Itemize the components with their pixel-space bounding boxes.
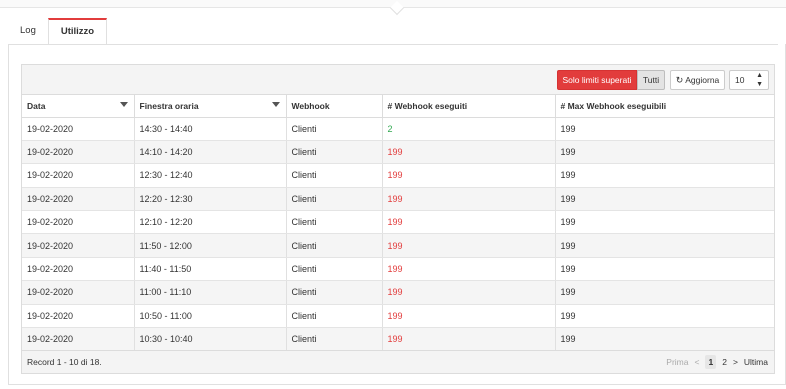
filter-limiti-button[interactable]: Solo limiti superati (557, 70, 637, 90)
usage-table: Data Finestra oraria Webhook # Webhook e… (22, 95, 774, 352)
pagination: Prima < 1 2 > Ultima (666, 351, 768, 373)
table-row: 19-02-2020 12:20 - 12:30 Clienti 199 199 (22, 187, 774, 212)
cell-webhook: Clienti (286, 327, 383, 352)
cell-data: 19-02-2020 (22, 163, 135, 188)
cell-max: 199 (555, 327, 774, 352)
cell-eseguiti: 2 (382, 117, 556, 141)
table-row: 19-02-2020 11:50 - 12:00 Clienti 199 199 (22, 233, 774, 258)
cell-data: 19-02-2020 (22, 140, 135, 165)
sort-icon (271, 102, 280, 107)
cell-webhook: Clienti (286, 257, 383, 282)
cell-max: 199 (555, 257, 774, 282)
grid-footer: Record 1 - 10 di 18. Prima < 1 2 > Ultim… (22, 350, 774, 373)
cell-data: 19-02-2020 (22, 257, 135, 282)
cell-max: 199 (555, 163, 774, 188)
cell-webhook: Clienti (286, 210, 383, 235)
cell-finestra: 12:10 - 12:20 (134, 210, 287, 235)
cell-finestra: 11:40 - 11:50 (134, 257, 287, 282)
tab-bar: Log Utilizzo (8, 18, 108, 45)
table-row: 19-02-2020 10:50 - 11:00 Clienti 199 199 (22, 304, 774, 329)
cell-data: 19-02-2020 (22, 210, 135, 235)
page-size-select[interactable]: 10 ▲ ▼ (729, 70, 769, 90)
updown-icon: ▲ ▼ (756, 72, 763, 88)
record-count: Record 1 - 10 di 18. (27, 357, 102, 367)
col-header-eseguiti: # Webhook eseguiti (382, 95, 556, 118)
cell-finestra: 11:50 - 12:00 (134, 233, 287, 258)
cell-eseguiti: 199 (382, 233, 556, 258)
cell-webhook: Clienti (286, 187, 383, 212)
col-header-data[interactable]: Data (22, 95, 135, 118)
table-row: 19-02-2020 11:00 - 11:10 Clienti 199 199 (22, 280, 774, 305)
cell-data: 19-02-2020 (22, 304, 135, 329)
col-header-finestra[interactable]: Finestra oraria (134, 95, 287, 118)
tab-log[interactable]: Log (8, 18, 48, 44)
cell-eseguiti: 199 (382, 210, 556, 235)
cell-finestra: 11:00 - 11:10 (134, 280, 287, 305)
page-prev[interactable]: < (695, 351, 700, 373)
page-last[interactable]: Ultima (744, 351, 768, 373)
usage-grid: Solo limiti superati Tutti ↻ Aggiorna 10 ▲… (21, 64, 775, 374)
cell-eseguiti: 199 (382, 187, 556, 212)
col-header-webhook: Webhook (286, 95, 383, 118)
table-header-row: Data Finestra oraria Webhook # Webhook e… (22, 95, 774, 118)
cell-max: 199 (555, 304, 774, 329)
cell-max: 199 (555, 117, 774, 141)
cell-eseguiti: 199 (382, 304, 556, 329)
col-header-max: # Max Webhook eseguibili (555, 95, 774, 118)
cell-webhook: Clienti (286, 304, 383, 329)
page-size-value: 10 (735, 75, 745, 85)
refresh-icon: ↻ (675, 75, 684, 85)
page-first[interactable]: Prima (666, 351, 688, 373)
cell-data: 19-02-2020 (22, 187, 135, 212)
refresh-button[interactable]: ↻ Aggiorna (670, 70, 725, 90)
table-row: 19-02-2020 10:30 - 10:40 Clienti 199 199 (22, 327, 774, 352)
cell-finestra: 14:10 - 14:20 (134, 140, 287, 165)
cell-eseguiti: 199 (382, 327, 556, 352)
cell-eseguiti: 199 (382, 257, 556, 282)
usage-panel: Solo limiti superati Tutti ↻ Aggiorna 10 ▲… (8, 44, 786, 385)
page-next[interactable]: > (733, 351, 738, 373)
cell-data: 19-02-2020 (22, 117, 135, 141)
cell-max: 199 (555, 140, 774, 165)
table-body: 19-02-2020 14:30 - 14:40 Clienti 2 199 19-02-… (22, 117, 774, 352)
cell-finestra: 12:30 - 12:40 (134, 163, 287, 188)
cell-finestra: 14:30 - 14:40 (134, 117, 287, 141)
cell-webhook: Clienti (286, 233, 383, 258)
table-row: 19-02-2020 14:30 - 14:40 Clienti 2 199 (22, 117, 774, 141)
cell-finestra: 10:30 - 10:40 (134, 327, 287, 352)
grid-toolbar: Solo limiti superati Tutti ↻ Aggiorna 10 ▲… (22, 65, 774, 95)
table-row: 19-02-2020 14:10 - 14:20 Clienti 199 199 (22, 140, 774, 165)
table-row: 19-02-2020 12:10 - 12:20 Clienti 199 199 (22, 210, 774, 235)
cell-eseguiti: 199 (382, 280, 556, 305)
refresh-label: Aggiorna (685, 75, 720, 85)
page-1[interactable]: 1 (705, 355, 717, 369)
cell-max: 199 (555, 280, 774, 305)
tab-utilizzo[interactable]: Utilizzo (47, 18, 108, 45)
cell-eseguiti: 199 (382, 163, 556, 188)
cell-max: 199 (555, 187, 774, 212)
filter-tutti-button[interactable]: Tutti (637, 70, 665, 90)
sort-icon (119, 102, 128, 107)
cell-max: 199 (555, 233, 774, 258)
table-row: 19-02-2020 12:30 - 12:40 Clienti 199 199 (22, 163, 774, 188)
table-row: 19-02-2020 11:40 - 11:50 Clienti 199 199 (22, 257, 774, 282)
cell-webhook: Clienti (286, 163, 383, 188)
cell-data: 19-02-2020 (22, 327, 135, 352)
cell-data: 19-02-2020 (22, 280, 135, 305)
cell-data: 19-02-2020 (22, 233, 135, 258)
cell-max: 199 (555, 210, 774, 235)
cell-finestra: 12:20 - 12:30 (134, 187, 287, 212)
cell-finestra: 10:50 - 11:00 (134, 304, 287, 329)
cell-eseguiti: 199 (382, 140, 556, 165)
page-2[interactable]: 2 (722, 351, 727, 373)
cell-webhook: Clienti (286, 280, 383, 305)
cell-webhook: Clienti (286, 117, 383, 141)
cell-webhook: Clienti (286, 140, 383, 165)
